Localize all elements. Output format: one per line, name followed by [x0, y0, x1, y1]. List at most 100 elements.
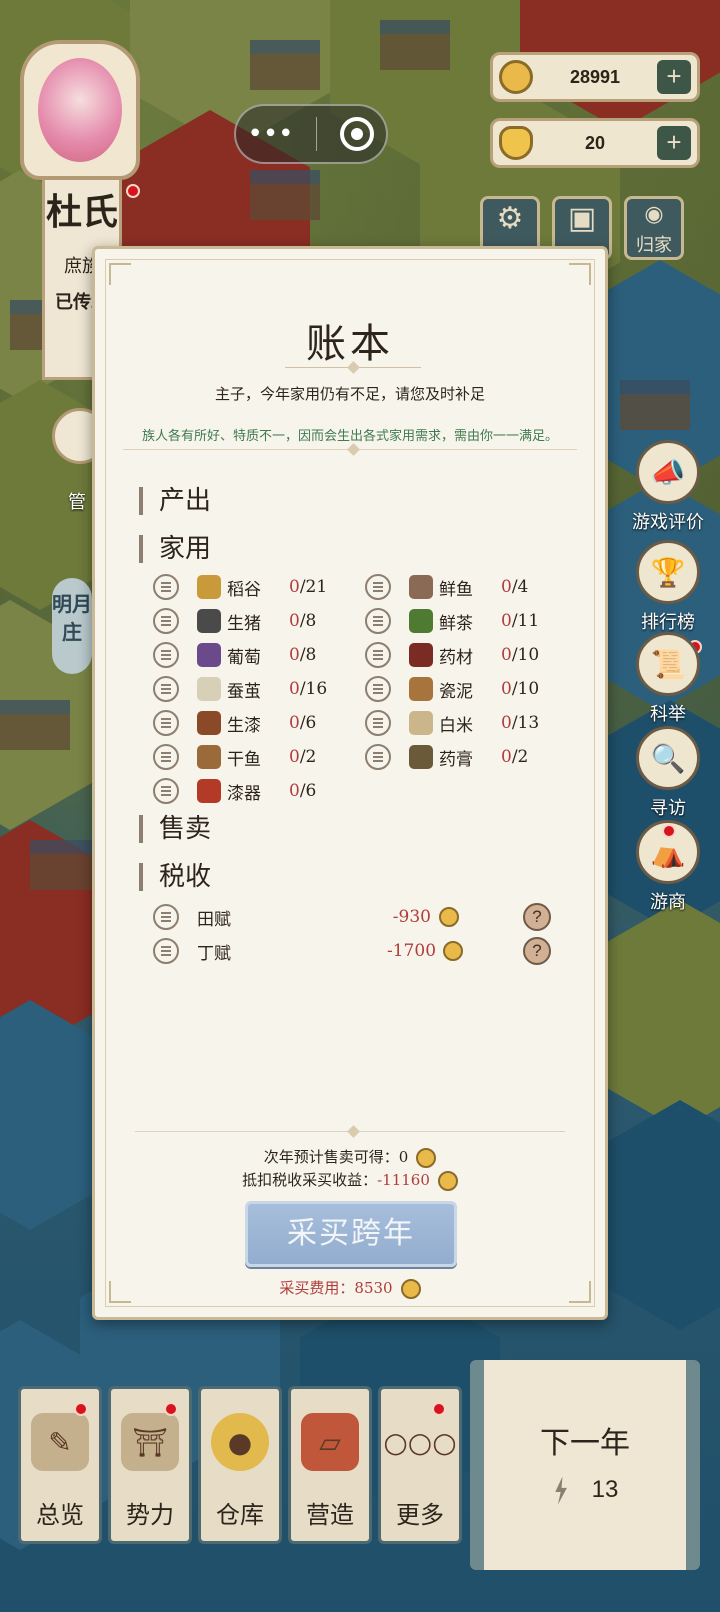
list-icon[interactable]	[153, 904, 179, 930]
tax-name: 丁赋	[197, 943, 231, 964]
dried-fish-icon	[197, 745, 221, 769]
list-icon[interactable]	[153, 676, 179, 702]
palace-icon: ⛩	[121, 1413, 179, 1471]
coin-icon	[499, 60, 533, 94]
buy-and-advance-button[interactable]: 采买跨年	[245, 1201, 457, 1267]
item-count: 0/11	[501, 611, 540, 631]
player-avatar[interactable]	[20, 40, 140, 180]
tax-name: 田赋	[197, 909, 231, 930]
item-count: 0/10	[501, 679, 540, 699]
net-income: 抵扣税收采买收益：-11160	[95, 1169, 605, 1191]
corner-ornament	[109, 263, 131, 285]
item-name: 漆器	[227, 783, 261, 804]
mini-program-capsule[interactable]: •••	[234, 104, 388, 164]
side-button-review[interactable]: 📣 游戏评价	[632, 440, 704, 534]
add-coins-button[interactable]: +	[657, 60, 691, 94]
net-income-value: -11160	[377, 1171, 430, 1189]
nav-power-button[interactable]: ⛩ 势力	[108, 1386, 192, 1544]
help-icon[interactable]: ?	[523, 937, 551, 965]
coin-icon	[437, 1171, 458, 1191]
cocoon-icon	[197, 677, 221, 701]
nav-more-button[interactable]: ○○○ 更多	[378, 1386, 462, 1544]
ointment-icon	[409, 745, 433, 769]
household-item: 药材 0/10	[365, 639, 539, 671]
list-icon[interactable]	[153, 642, 179, 668]
scroll-icon: 📜	[636, 632, 700, 696]
trowel-icon: ▱	[301, 1413, 359, 1471]
location-pin-icon: ◉	[644, 202, 664, 227]
side-button-label: 科举	[650, 704, 686, 725]
list-icon[interactable]	[365, 676, 391, 702]
section-output: 产出	[139, 487, 211, 515]
manor-tag[interactable]: 明月庄	[52, 578, 92, 674]
list-icon[interactable]	[153, 710, 179, 736]
item-name: 生漆	[227, 715, 261, 736]
merchant-notification-dot	[662, 824, 676, 838]
list-icon[interactable]	[365, 744, 391, 770]
household-item: 漆器 0/6	[153, 775, 316, 807]
coin-icon	[443, 941, 463, 961]
item-name: 药材	[439, 647, 473, 668]
side-button-leaderboard[interactable]: 🏆 排行榜	[632, 540, 704, 634]
tea-icon	[409, 609, 433, 633]
item-count: 0/8	[289, 611, 317, 631]
more-icon: ○○○	[383, 1413, 457, 1471]
purchase-cost-value: 8530	[354, 1279, 393, 1297]
item-count: 0/13	[501, 713, 540, 733]
side-button-label: 游戏评价	[632, 512, 704, 533]
household-item: 生漆 0/6	[153, 707, 316, 739]
household-item: 葡萄 0/8	[153, 639, 316, 671]
home-button[interactable]: ◉ 归家	[624, 196, 684, 260]
help-icon[interactable]: ?	[523, 903, 551, 931]
rice-icon	[197, 575, 221, 599]
list-icon[interactable]	[153, 938, 179, 964]
household-item: 稻谷 0/21	[153, 571, 327, 603]
dialog-hint: 族人各有所好、特质不一，因而会生出各式家用需求，需由你一一满足。	[141, 429, 558, 444]
nav-overview-button[interactable]: ✎ 总览	[18, 1386, 102, 1544]
brush-icon: ✎	[31, 1413, 89, 1471]
nav-build-button[interactable]: ▱ 营造	[288, 1386, 372, 1544]
ingot-icon	[499, 126, 533, 160]
coin-icon	[439, 907, 459, 927]
next-year-button[interactable]: 下一年 13	[470, 1360, 700, 1570]
list-icon[interactable]	[153, 574, 179, 600]
item-count: 0/16	[289, 679, 328, 699]
magnifier-icon: 🔍	[636, 726, 700, 790]
list-icon[interactable]	[153, 744, 179, 770]
avatar-notification-dot	[126, 184, 140, 198]
purchase-cost-label: 采买费用：	[279, 1279, 355, 1297]
home-label: 归家	[636, 235, 672, 256]
nav-warehouse-button[interactable]: ● 仓库	[198, 1386, 282, 1544]
item-name: 鲜茶	[439, 613, 473, 634]
item-name: 葡萄	[227, 647, 261, 668]
nav-label: 仓库	[216, 1501, 264, 1529]
lacquer-icon	[197, 711, 221, 735]
side-button-search[interactable]: 🔍 寻访	[632, 726, 704, 820]
item-name: 蚕茧	[227, 681, 261, 702]
more-dots-icon[interactable]: •••	[247, 119, 293, 149]
list-icon[interactable]	[365, 710, 391, 736]
list-icon[interactable]	[365, 608, 391, 634]
grape-icon	[197, 643, 221, 667]
item-name: 药膏	[439, 749, 473, 770]
list-icon[interactable]	[365, 642, 391, 668]
ledger-dialog: 账本 主子，今年家用仍有不足，请您及时补足 族人各有所好、特质不一，因而会生出各…	[92, 246, 608, 1320]
item-count: 0/2	[501, 747, 529, 767]
list-icon[interactable]	[365, 574, 391, 600]
overview-notification-dot	[74, 1402, 88, 1416]
item-count: 0/21	[289, 577, 328, 597]
net-income-label: 抵扣税收采买收益：	[242, 1171, 378, 1189]
household-item: 药膏 0/2	[365, 741, 528, 773]
manager-label: 管	[68, 492, 86, 513]
side-button-exam[interactable]: 📜 科举	[632, 632, 704, 726]
household-item: 生猪 0/8	[153, 605, 316, 637]
item-count: 0/4	[501, 577, 529, 597]
list-icon[interactable]	[153, 608, 179, 634]
herb-icon	[409, 643, 433, 667]
tax-row: 田赋 -930 ?	[153, 901, 551, 933]
item-count: 0/2	[289, 747, 317, 767]
list-icon[interactable]	[153, 778, 179, 804]
avatar-portrait	[38, 58, 122, 162]
add-ingots-button[interactable]: +	[657, 126, 691, 160]
close-target-icon[interactable]	[340, 117, 375, 151]
